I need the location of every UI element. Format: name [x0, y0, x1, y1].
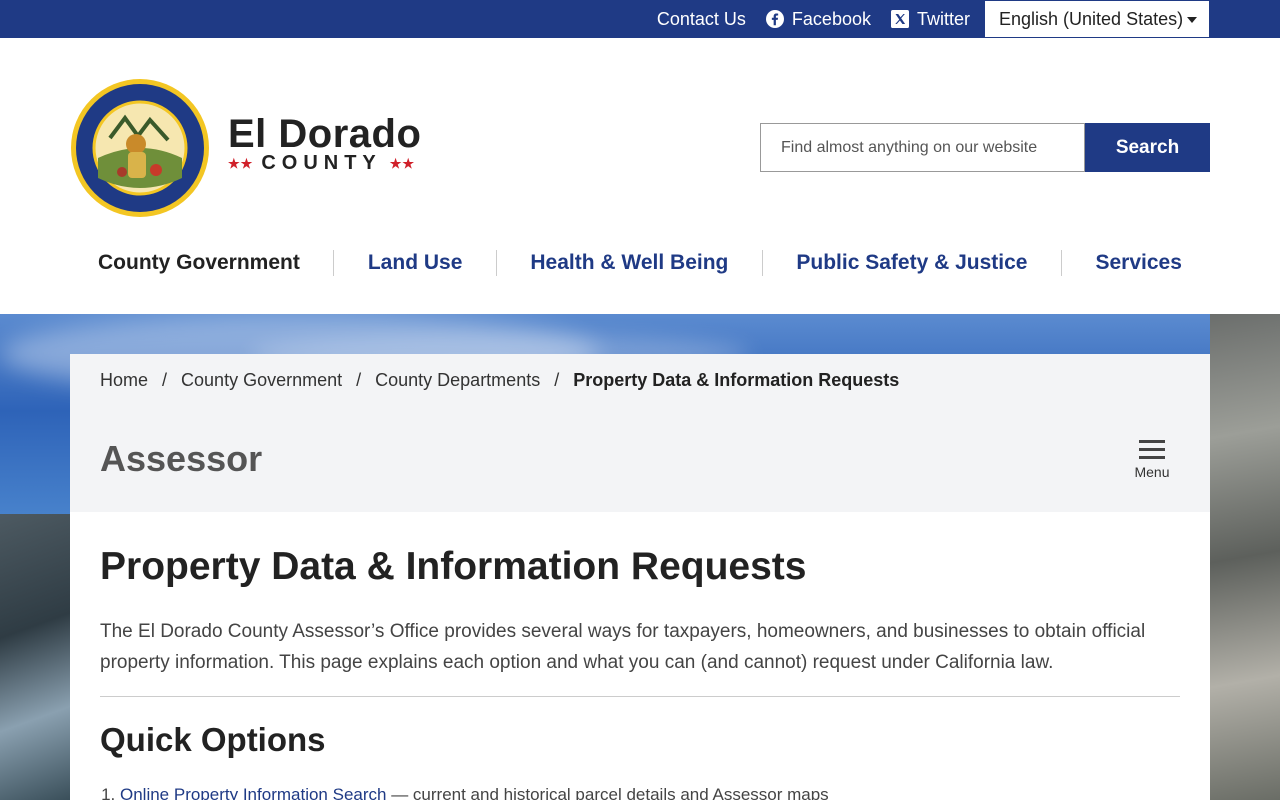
nav-divider [1060, 250, 1062, 276]
nav-divider [761, 250, 763, 276]
search-input[interactable] [760, 123, 1085, 172]
main-navigation: County Government Land Use Health & Well… [70, 248, 1210, 278]
nav-land-use[interactable]: Land Use [368, 251, 463, 275]
nav-county-government[interactable]: County Government [98, 251, 300, 275]
twitter-label: Twitter [916, 8, 970, 29]
twitter-link[interactable]: Twitter [890, 8, 970, 30]
page-title: Property Data & Information Requests [100, 545, 807, 588]
option-description: — current and historical parcel details … [386, 785, 829, 800]
chevron-down-icon [1187, 17, 1197, 23]
utility-links: Contact Us Facebook Twitter [657, 0, 970, 38]
search-button[interactable]: Search [1085, 123, 1210, 172]
nav-services[interactable]: Services [1095, 251, 1181, 275]
lake-shore-image [0, 514, 70, 800]
star-icon: ★★ [389, 155, 416, 171]
main-content: Property Data & Information Requests The… [100, 542, 1180, 800]
site-name: El Dorado [228, 112, 422, 156]
site-wordmark[interactable]: El Dorado ★★ COUNTY ★★ [228, 112, 421, 175]
star-icon: ★★ [228, 155, 254, 171]
department-title[interactable]: Assessor [100, 438, 262, 480]
content-card: Home / County Government / County Depart… [70, 354, 1210, 800]
facebook-label: Facebook [791, 8, 871, 29]
breadcrumb-current: Property Data & Information Requests [573, 370, 900, 390]
online-property-search-link[interactable]: Online Property Information Search [120, 785, 386, 800]
hamburger-menu-icon [1128, 440, 1176, 459]
intro-paragraph: The El Dorado County Assessor’s Office p… [100, 621, 1146, 673]
breadcrumb-separator: / [554, 370, 560, 390]
x-twitter-icon [890, 10, 909, 28]
department-menu-button[interactable]: Menu [1128, 440, 1176, 484]
nav-health-well-being[interactable]: Health & Well Being [530, 251, 728, 275]
site-search: Search [760, 123, 1210, 172]
contact-us-link[interactable]: Contact Us [657, 9, 746, 30]
section-heading: Quick Options [100, 721, 326, 758]
breadcrumb-county-government[interactable]: County Government [181, 370, 342, 391]
utility-bar: Contact Us Facebook Twitter English (Uni… [0, 0, 1280, 38]
breadcrumb: Home / County Government / County Depart… [100, 370, 899, 391]
list-item: Online Property Information Search — cur… [120, 785, 1180, 800]
options-list: Online Property Information Search — cur… [100, 785, 1180, 800]
nav-divider [495, 250, 497, 276]
facebook-icon [765, 10, 784, 28]
menu-label: Menu [1134, 464, 1170, 480]
county-label: COUNTY [261, 152, 382, 174]
breadcrumb-county-departments[interactable]: County Departments [375, 370, 540, 391]
granite-cliff-image [1210, 314, 1280, 800]
breadcrumb-home[interactable]: Home [100, 370, 148, 391]
nav-divider [333, 250, 335, 276]
divider [100, 696, 1180, 697]
language-select[interactable]: English (United States) [984, 0, 1210, 38]
nav-public-safety-justice[interactable]: Public Safety & Justice [796, 251, 1027, 275]
facebook-link[interactable]: Facebook [765, 8, 871, 30]
language-value: English (United States) [999, 8, 1184, 29]
county-seal-icon[interactable] [70, 78, 210, 218]
department-header: Home / County Government / County Depart… [70, 354, 1210, 512]
breadcrumb-separator: / [162, 370, 168, 390]
breadcrumb-separator: / [356, 370, 362, 390]
site-header: El Dorado ★★ COUNTY ★★ Search County Gov… [0, 38, 1280, 314]
